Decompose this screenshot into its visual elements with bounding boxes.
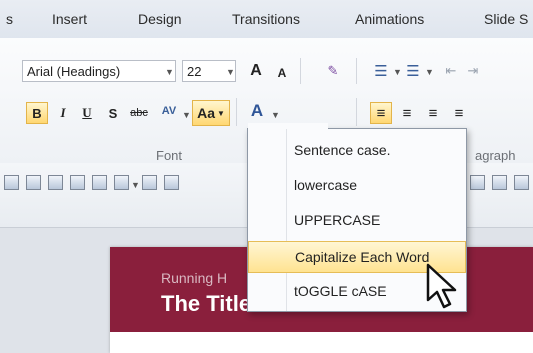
separator <box>356 58 357 84</box>
strikethrough-button[interactable]: abc <box>126 102 152 124</box>
shrink-font-label: A <box>277 66 287 80</box>
character-spacing-dropdown-icon[interactable]: ▼ <box>182 110 191 120</box>
textbox-icon[interactable] <box>142 175 157 190</box>
font-size-value: 22 <box>187 64 202 79</box>
underline-button[interactable]: U <box>76 102 98 124</box>
bullets-dropdown-icon[interactable]: ▼ <box>393 67 402 77</box>
shadow-label: S <box>108 105 118 121</box>
align-right-icon[interactable]: ≡ <box>422 102 444 124</box>
italic-button[interactable]: I <box>52 102 74 124</box>
menu-item-label: Sentence case. <box>294 142 391 158</box>
bold-button[interactable]: B <box>26 102 48 124</box>
menu-item-label: UPPERCASE <box>294 212 381 228</box>
font-color-label: A <box>250 101 264 120</box>
tab-design[interactable]: Design <box>138 11 182 27</box>
menu-item-label: tOGGLE cASE <box>294 283 387 299</box>
align-left-button[interactable]: ≡ <box>370 102 392 124</box>
font-group-label: Font <box>156 148 183 163</box>
smartart-icon[interactable] <box>48 175 63 190</box>
arrange-icon[interactable] <box>92 175 107 190</box>
table-icon[interactable] <box>164 175 179 190</box>
grow-font-label: A <box>250 62 262 79</box>
italic-label: I <box>60 105 66 120</box>
font-color-dropdown-icon[interactable]: ▼ <box>271 110 280 120</box>
numbering-icon[interactable]: ☰ <box>402 60 424 82</box>
menu-item-sentence-case[interactable]: Sentence case. <box>248 135 466 167</box>
hyperlink-dropdown-icon[interactable]: ▼ <box>131 180 140 190</box>
paragraph-group-label: agraph <box>475 148 516 163</box>
bullets-icon[interactable]: ☰ <box>370 60 392 82</box>
running-header[interactable]: Running H <box>161 270 227 286</box>
shadow-button[interactable]: S <box>102 102 124 124</box>
shapes-icon[interactable] <box>70 175 85 190</box>
numbering-dropdown-icon[interactable]: ▼ <box>425 67 434 77</box>
align-icon[interactable] <box>470 175 485 190</box>
distribute-icon[interactable] <box>492 175 507 190</box>
underline-label: U <box>82 105 92 120</box>
tab-insert[interactable]: Insert <box>52 11 87 27</box>
mouse-cursor-icon <box>426 263 457 309</box>
ribbon-tabs: s Insert Design Transitions Animations S… <box>0 0 533 39</box>
decrease-indent-icon[interactable]: ⇤ <box>440 60 462 82</box>
font-name-dropdown-icon[interactable]: ▼ <box>165 67 174 77</box>
group-icon[interactable] <box>514 175 529 190</box>
separator <box>236 98 237 126</box>
font-color-button[interactable]: A <box>246 100 268 122</box>
menu-item-label: lowercase <box>294 177 358 193</box>
picture-icon[interactable] <box>26 175 41 190</box>
change-case-button[interactable]: Aa ▼ <box>192 100 230 126</box>
font-size-dropdown-icon[interactable]: ▼ <box>226 67 235 77</box>
menu-item-uppercase[interactable]: UPPERCASE <box>248 205 466 237</box>
separator <box>300 58 301 84</box>
menu-connector <box>248 123 328 131</box>
grow-font-button[interactable]: A <box>245 60 267 82</box>
toolbar-tool-icon[interactable] <box>4 175 19 190</box>
separator <box>356 98 357 126</box>
character-spacing-label: AV <box>161 105 177 117</box>
font-name-box[interactable]: Arial (Headings) <box>22 60 176 82</box>
menu-item-label: Capitalize Each Word <box>295 249 430 265</box>
menu-item-lowercase[interactable]: lowercase <box>248 170 466 202</box>
increase-indent-icon[interactable]: ⇥ <box>462 60 484 82</box>
bold-label: B <box>32 105 42 121</box>
change-case-dropdown-icon: ▼ <box>216 108 225 118</box>
justify-icon[interactable]: ≡ <box>448 102 470 124</box>
tab-transitions[interactable]: Transitions <box>232 11 300 27</box>
font-name-value: Arial (Headings) <box>27 64 121 79</box>
tab-animations[interactable]: Animations <box>355 11 424 27</box>
tab-slideshow[interactable]: Slide S <box>484 11 528 27</box>
tab-home[interactable]: s <box>6 11 13 27</box>
strikethrough-label: abc <box>130 107 148 119</box>
clear-formatting-icon[interactable]: ✎ <box>322 60 344 82</box>
shrink-font-button[interactable]: A <box>271 62 293 84</box>
hyperlink-icon[interactable] <box>114 175 129 190</box>
align-center-icon[interactable]: ≡ <box>396 102 418 124</box>
character-spacing-button[interactable]: AV <box>158 100 180 122</box>
change-case-label: Aa <box>197 105 215 121</box>
